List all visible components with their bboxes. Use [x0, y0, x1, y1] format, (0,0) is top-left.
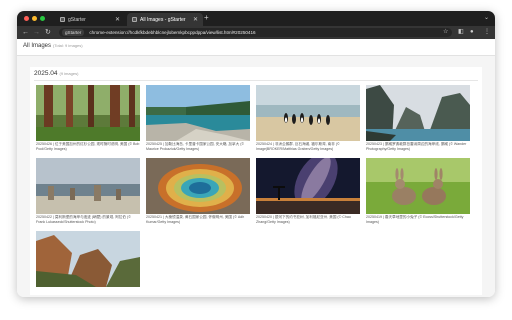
image-card[interactable]: 20250420 | 银河下的约书亚树, 加利福尼亚州, 美国 (© Chao … [256, 158, 360, 229]
close-tab-icon[interactable]: ✕ [193, 17, 198, 23]
image-caption: 20250420 | 银河下的约书亚树, 加利福尼亚州, 美国 (© Chao … [256, 215, 351, 224]
reload-icon[interactable]: ↻ [45, 28, 51, 37]
image-caption: 20250423 | 挪威罗弗敦群岛雷讷周边的海岸线, 挪威 (© Wander… [366, 142, 467, 151]
profile-icon[interactable]: ● [470, 28, 474, 37]
tab-bar: gStarter ✕ All Images - gStarter ✕ + ⌄ [17, 11, 495, 26]
image-card[interactable]: 20250423 | 挪威罗弗敦群岛雷讷周边的海岸线, 挪威 (© Wander… [366, 85, 470, 156]
image-caption: 20250422 | 莫利斯堡的海岸与遗迹 (峭壁) 的景观, 阿拉伯 (© F… [36, 215, 131, 224]
page-header: All Images (Total: 9 images) [17, 39, 495, 56]
image-card[interactable] [36, 231, 140, 297]
tab-gstarter[interactable]: gStarter ✕ [55, 13, 125, 26]
section-divider [34, 80, 478, 81]
toolbar: ← → ↻ gStarter chrome-extension://hcdkfk… [17, 26, 495, 39]
month-section: 2025.04 (9 images) 20250426 | 位于美国加州的红杉公… [30, 67, 482, 295]
image-card[interactable]: 20250425 | 加勒比海岛, 卡里普卡国家公园, 安大略, 加拿大 (© … [146, 85, 250, 156]
menu-icon[interactable]: ⋮ [484, 28, 490, 37]
image-card[interactable]: 20250422 | 莫利斯堡的海岸与遗迹 (峭壁) 的景观, 阿拉伯 (© F… [36, 158, 140, 229]
page-title: All Images (Total: 9 images) [23, 43, 83, 49]
image-card[interactable]: 20250419 | 春天草地里的小兔子 (© Ecoss/Shuttersto… [366, 158, 470, 229]
close-tab-icon[interactable]: ✕ [115, 17, 120, 23]
forward-icon[interactable]: → [33, 28, 40, 37]
image-thumbnail[interactable] [366, 158, 470, 214]
image-card[interactable]: 20250426 | 位于美国加州的红杉公园, 现时随时说明, 美国 (© Bo… [36, 85, 140, 156]
maximize-window-button[interactable] [40, 16, 45, 21]
image-card[interactable]: 20250424 | 非洲企鹅群, 巨石海滩, 福尔斯湾, 南非 (© Imag… [256, 85, 360, 156]
extension-chip[interactable]: gStarter [62, 29, 85, 36]
close-window-button[interactable] [24, 16, 29, 21]
image-caption: 20250425 | 加勒比海岛, 卡里普卡国家公园, 安大略, 加拿大 (© … [146, 142, 245, 151]
tab-title: gStarter [68, 16, 86, 23]
image-thumbnail[interactable] [366, 85, 470, 141]
section-heading: 2025.04 (9 images) [34, 70, 79, 77]
tab-title: All Images - gStarter [140, 16, 186, 23]
url-text: chrome-extension://hcdkfkbdebhblcnejlobe… [89, 30, 256, 35]
extension-icon[interactable]: ◧ [458, 28, 464, 37]
image-caption: 20250424 | 非洲企鹅群, 巨石海滩, 福尔斯湾, 南非 (© Imag… [256, 142, 340, 151]
image-thumbnail[interactable] [256, 85, 360, 141]
image-thumbnail[interactable] [36, 85, 140, 141]
image-thumbnail[interactable] [146, 158, 250, 214]
tab-all-images[interactable]: All Images - gStarter ✕ [127, 13, 203, 26]
image-caption: 20250419 | 春天草地里的小兔子 (© Ecoss/Shuttersto… [366, 215, 464, 224]
new-tab-icon[interactable]: + [204, 14, 209, 22]
star-icon[interactable]: ☆ [443, 28, 448, 37]
address-bar[interactable]: gStarter chrome-extension://hcdkfkbdebhb… [59, 28, 452, 37]
image-total-count: (Total: 9 images) [53, 43, 83, 48]
tab-search-chevron-icon[interactable]: ⌄ [484, 14, 489, 21]
back-icon[interactable]: ← [22, 28, 29, 37]
image-thumbnail[interactable] [256, 158, 360, 214]
browser-window: gStarter ✕ All Images - gStarter ✕ + ⌄ ←… [17, 11, 495, 297]
image-caption: 20250426 | 位于美国加州的红杉公园, 现时随时说明, 美国 (© Bo… [36, 142, 140, 151]
gstarter-favicon-icon [132, 17, 137, 22]
image-thumbnail[interactable] [146, 85, 250, 141]
image-thumbnail[interactable] [36, 231, 140, 287]
image-card[interactable]: 20250421 | 大棱镜温泉, 黄石国家公园, 怀俄明州, 美国 (© Ad… [146, 158, 250, 229]
image-caption: 20250421 | 大棱镜温泉, 黄石国家公园, 怀俄明州, 美国 (© Ad… [146, 215, 245, 224]
image-thumbnail[interactable] [36, 158, 140, 214]
minimize-window-button[interactable] [32, 16, 37, 21]
section-count: (9 images) [59, 71, 79, 76]
page-content: All Images (Total: 9 images) 2025.04 (9 im… [17, 39, 495, 297]
image-caption [36, 288, 140, 297]
gstarter-favicon-icon [60, 17, 65, 22]
